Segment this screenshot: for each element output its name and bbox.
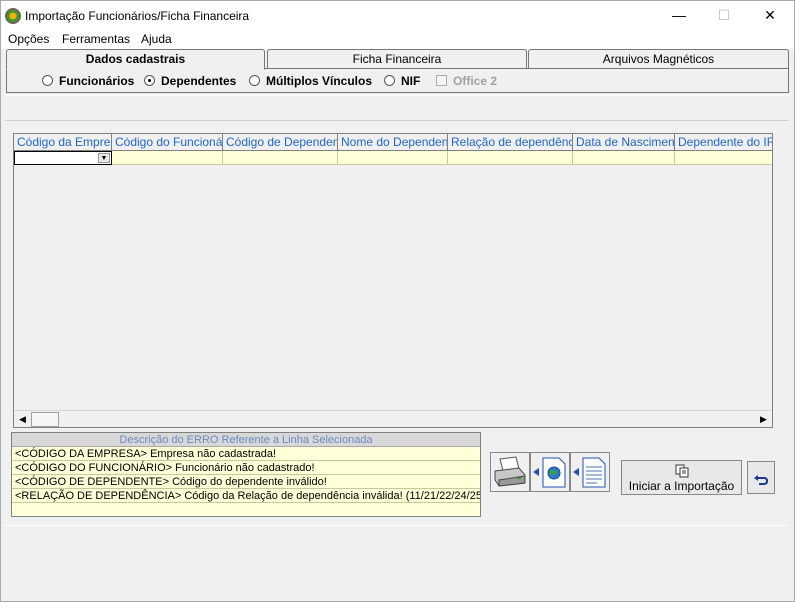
radio-funcionarios[interactable]: Funcionários (42, 74, 134, 88)
radio-dependentes[interactable]: Dependentes (144, 74, 236, 88)
undo-icon (754, 474, 769, 485)
cell-dependente-irf[interactable] (675, 151, 772, 165)
scroll-left-icon[interactable]: ◀ (14, 411, 31, 427)
scroll-thumb[interactable] (31, 412, 59, 427)
radio-dot (249, 75, 260, 86)
undo-button[interactable] (747, 461, 775, 494)
col-relacao-dependencia[interactable]: Relação de dependência (448, 134, 573, 151)
close-button[interactable]: ✕ (747, 1, 793, 30)
table-row[interactable]: ▼ (14, 151, 772, 165)
start-import-label: Iniciar a Importação (628, 479, 735, 493)
radio-multiplos-vinculos[interactable]: Múltiplos Vínculos (249, 74, 372, 88)
checkbox-office2[interactable]: Office 2 (436, 74, 497, 88)
col-nome-dependente[interactable]: Nome do Dependente (338, 134, 448, 151)
radio-dot-selected (144, 75, 155, 86)
window-title: Importação Funcionários/Ficha Financeira (25, 9, 250, 23)
cell-codigo-dependente[interactable] (223, 151, 338, 165)
col-codigo-funcionario[interactable]: Código do Funcionário (112, 134, 223, 151)
grid-header: Código da Empresa Código do Funcionário … (14, 134, 772, 151)
tab-dados-cadastrais[interactable]: Dados cadastrais (6, 49, 265, 70)
toolbar-strip (5, 95, 789, 121)
checkbox-label: Office 2 (453, 74, 498, 88)
import-grid[interactable]: Código da Empresa Código do Funcionário … (13, 133, 773, 428)
app-icon (5, 8, 21, 24)
export-web-icon (533, 457, 566, 488)
cell-codigo-empresa[interactable]: ▼ (14, 151, 112, 165)
menu-ajuda[interactable]: Ajuda (141, 32, 172, 46)
radio-dot (42, 75, 53, 86)
error-line[interactable]: <CÓDIGO DA EMPRESA> Empresa não cadastra… (12, 447, 480, 461)
error-line[interactable]: <CÓDIGO DE DEPENDENTE> Código do depende… (12, 475, 480, 489)
tab-arquivos-magneticos[interactable]: Arquivos Magnéticos (528, 49, 789, 69)
menu-ferramentas[interactable]: Ferramentas (62, 32, 130, 46)
dropdown-arrow-icon[interactable]: ▼ (98, 153, 110, 163)
start-import-button[interactable]: Iniciar a Importação (621, 460, 742, 495)
cell-nome-dependente[interactable] (338, 151, 448, 165)
error-line[interactable]: <RELAÇÃO DE DEPENDÊNCIA> Código da Relaç… (12, 489, 480, 503)
print-button[interactable] (490, 452, 530, 492)
radio-label: Dependentes (161, 74, 237, 88)
radio-dot (384, 75, 395, 86)
bottom-area (5, 525, 789, 597)
main-window: Importação Funcionários/Ficha Financeira… (0, 0, 795, 602)
export-doc-icon (573, 457, 606, 488)
cell-codigo-funcionario[interactable] (112, 151, 223, 165)
radio-nif[interactable]: NIF (384, 74, 420, 88)
error-panel-header: Descrição do ERRO Referente a Linha Sele… (12, 433, 480, 447)
printer-icon (494, 456, 526, 487)
cell-data-nascimento[interactable] (573, 151, 675, 165)
tab-ficha-financeira[interactable]: Ficha Financeira (267, 49, 527, 69)
maximize-button[interactable]: ☐ (701, 1, 747, 30)
export-web-button[interactable] (530, 452, 570, 492)
export-doc-button[interactable] (570, 452, 610, 492)
radio-label: Múltiplos Vínculos (266, 74, 373, 88)
col-codigo-empresa[interactable]: Código da Empresa (14, 134, 112, 151)
col-data-nascimento[interactable]: Data de Nascimento (573, 134, 675, 151)
cell-relacao-dependencia[interactable] (448, 151, 573, 165)
col-codigo-dependente[interactable]: Código de Dependente (223, 134, 338, 151)
horizontal-scrollbar[interactable]: ◀ ▶ (14, 410, 772, 427)
radio-label: NIF (401, 74, 421, 88)
error-panel: Descrição do ERRO Referente a Linha Sele… (11, 432, 481, 517)
menu-opcoes[interactable]: Opções (8, 32, 49, 46)
menu-bar: Opções Ferramentas Ajuda (1, 30, 794, 49)
radio-label: Funcionários (59, 74, 135, 88)
error-line[interactable]: <CÓDIGO DO FUNCIONÁRIO> Funcionário não … (12, 461, 480, 475)
copy-icon (675, 464, 688, 478)
col-dependente-irf[interactable]: Dependente do IRF (675, 134, 772, 151)
title-bar: Importação Funcionários/Ficha Financeira… (1, 1, 794, 30)
scroll-right-icon[interactable]: ▶ (755, 411, 772, 427)
checkbox-box (436, 75, 447, 86)
minimize-button[interactable]: — (656, 1, 702, 30)
